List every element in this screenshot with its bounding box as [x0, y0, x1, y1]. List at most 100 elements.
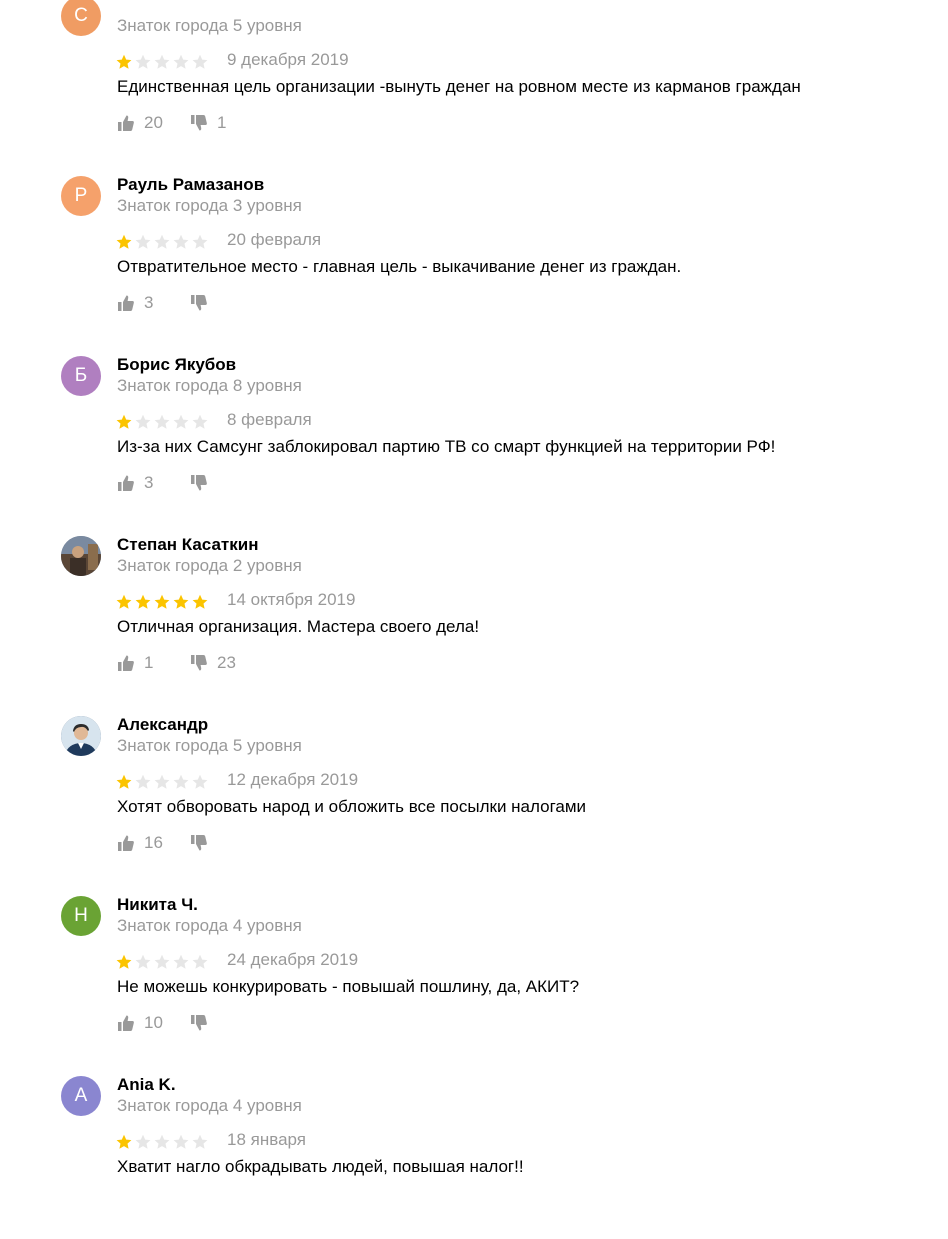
star-empty-icon	[192, 234, 208, 249]
like-count: 10	[144, 1013, 163, 1032]
like-count: 3	[144, 293, 154, 312]
avatar-letter: Н	[74, 905, 88, 926]
avatar[interactable]: Р	[61, 176, 101, 216]
star-filled-icon	[116, 594, 132, 609]
star-empty-icon	[173, 774, 189, 789]
author-name[interactable]: Рауль Рамазанов	[117, 175, 264, 195]
star-empty-icon	[135, 774, 151, 789]
review-card: С Знаток города 5 уровня 9 декабря 2019 …	[0, 0, 948, 159]
like-button[interactable]: 16	[117, 833, 190, 853]
like-count: 3	[144, 473, 154, 492]
review-text: Единственная цель организации -вынуть де…	[117, 77, 801, 96]
reactions: 3	[117, 472, 217, 494]
thumbs-down-icon	[190, 1014, 208, 1032]
review-text: Отличная организация. Мастера своего дел…	[117, 617, 480, 636]
star-filled-icon	[154, 594, 170, 609]
star-empty-icon	[154, 954, 170, 969]
review-card: Александр Знаток города 5 уровня 12 дека…	[0, 699, 948, 879]
avatar[interactable]: С	[61, 0, 101, 36]
review-date: 24 декабря 2019	[227, 950, 359, 969]
star-filled-icon	[116, 414, 132, 429]
star-empty-icon	[192, 1134, 208, 1149]
like-count: 16	[144, 833, 163, 852]
thumbs-down-icon	[190, 114, 208, 132]
like-button[interactable]: 3	[117, 473, 190, 493]
avatar[interactable]: Б	[61, 356, 101, 396]
rating-stars	[116, 1134, 208, 1150]
author-name[interactable]: Ania K.	[117, 1075, 176, 1095]
rating-stars	[116, 774, 208, 790]
dislike-button[interactable]	[190, 834, 217, 852]
star-empty-icon	[192, 954, 208, 969]
star-filled-icon	[116, 234, 132, 249]
like-button[interactable]: 1	[117, 653, 190, 673]
star-filled-icon	[135, 594, 151, 609]
dislike-button[interactable]	[190, 474, 217, 492]
avatar[interactable]	[61, 536, 101, 576]
star-empty-icon	[154, 774, 170, 789]
star-empty-icon	[135, 414, 151, 429]
star-empty-icon	[173, 954, 189, 969]
rating-stars	[116, 414, 208, 430]
star-filled-icon	[116, 54, 132, 69]
thumbs-down-icon	[190, 654, 208, 672]
author-level: Знаток города 2 уровня	[117, 556, 302, 575]
star-empty-icon	[135, 54, 151, 69]
rating-stars	[116, 234, 208, 250]
review-card: Степан Касаткин Знаток города 2 уровня 1…	[0, 519, 948, 699]
review-date: 9 декабря 2019	[227, 50, 349, 69]
like-button[interactable]: 3	[117, 293, 190, 313]
rating-stars	[116, 54, 208, 70]
star-empty-icon	[173, 414, 189, 429]
author-level: Знаток города 3 уровня	[117, 196, 302, 215]
avatar[interactable]: Н	[61, 896, 101, 936]
dislike-button[interactable]: 23	[190, 653, 236, 673]
reviews-list: С Знаток города 5 уровня 9 декабря 2019 …	[0, 0, 948, 1239]
dislike-count: 1	[217, 113, 227, 132]
rating-stars	[116, 594, 208, 610]
star-filled-icon	[116, 774, 132, 789]
star-empty-icon	[154, 1134, 170, 1149]
star-empty-icon	[173, 1134, 189, 1149]
thumbs-up-icon	[117, 834, 135, 852]
reactions: 20 1	[117, 112, 226, 134]
author-name[interactable]: Никита Ч.	[117, 895, 198, 915]
avatar[interactable]: A	[61, 1076, 101, 1116]
star-empty-icon	[192, 54, 208, 69]
thumbs-up-icon	[117, 114, 135, 132]
thumbs-down-icon	[190, 294, 208, 312]
avatar[interactable]	[61, 716, 101, 756]
like-button[interactable]: 20	[117, 113, 190, 133]
reactions: 16	[117, 832, 217, 854]
avatar-letter: Р	[74, 185, 88, 206]
review-card: Р Рауль Рамазанов Знаток города 3 уровня…	[0, 159, 948, 339]
author-level: Знаток города 4 уровня	[117, 916, 302, 935]
author-name[interactable]: Степан Касаткин	[117, 535, 258, 555]
review-text: Хотят обворовать народ и обложить все по…	[117, 797, 587, 816]
dislike-button[interactable]	[190, 294, 217, 312]
like-count: 20	[144, 113, 163, 132]
dislike-button[interactable]	[190, 1014, 217, 1032]
reactions: 10	[117, 1012, 217, 1034]
review-text: Отвратительное место - главная цель - вы…	[117, 257, 682, 276]
author-level: Знаток города 4 уровня	[117, 1096, 302, 1115]
dislike-count: 23	[217, 653, 236, 672]
review-card: Н Никита Ч. Знаток города 4 уровня 24 де…	[0, 879, 948, 1059]
thumbs-up-icon	[117, 474, 135, 492]
author-name[interactable]: Александр	[117, 715, 208, 735]
star-empty-icon	[135, 1134, 151, 1149]
star-filled-icon	[116, 954, 132, 969]
star-empty-icon	[154, 54, 170, 69]
star-empty-icon	[173, 54, 189, 69]
author-name[interactable]: Борис Якубов	[117, 355, 236, 375]
star-filled-icon	[173, 594, 189, 609]
thumbs-down-icon	[190, 834, 208, 852]
like-button[interactable]: 10	[117, 1013, 190, 1033]
review-text: Из-за них Самсунг заблокировал партию ТВ…	[117, 437, 776, 456]
review-date: 18 января	[227, 1130, 306, 1149]
author-level: Знаток города 5 уровня	[117, 16, 302, 35]
dislike-button[interactable]: 1	[190, 113, 226, 133]
star-filled-icon	[192, 594, 208, 609]
avatar-letter: A	[74, 1085, 88, 1106]
review-date: 14 октября 2019	[227, 590, 356, 609]
